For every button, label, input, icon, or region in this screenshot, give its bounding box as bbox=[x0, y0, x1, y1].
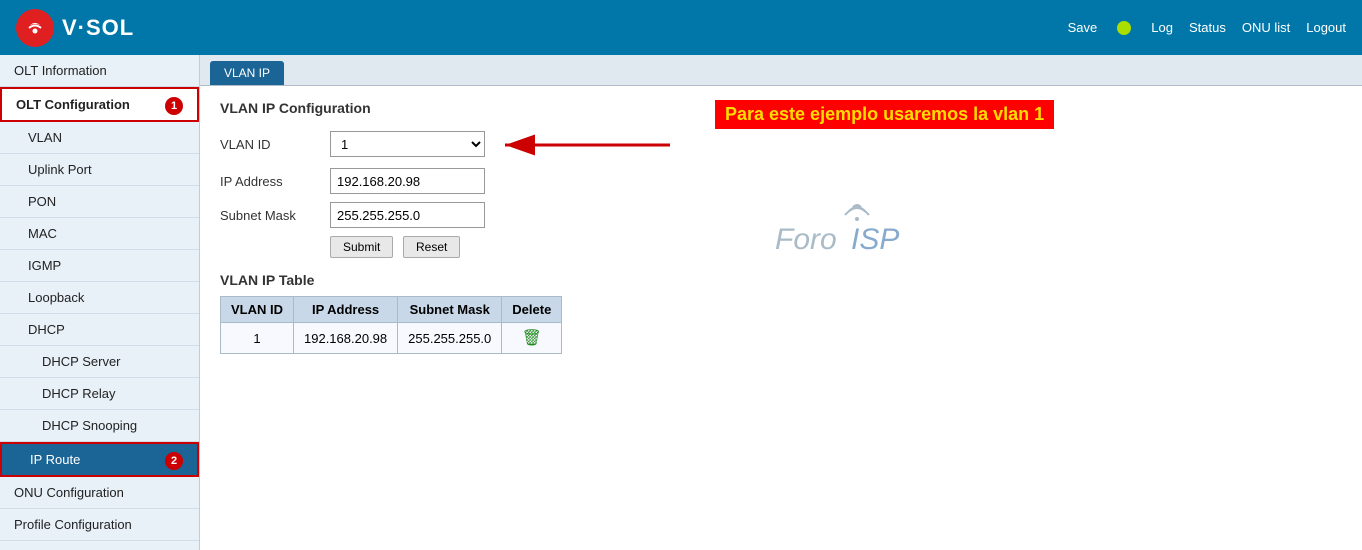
foroisp-logo: Foro ISP bbox=[775, 199, 935, 259]
col-ip-address: IP Address bbox=[294, 297, 398, 323]
col-delete: Delete bbox=[502, 297, 562, 323]
delete-button[interactable]: 🗑 bbox=[522, 328, 542, 348]
sidebar-item-uplink-port[interactable]: Uplink Port bbox=[0, 154, 199, 186]
sidebar-item-system-configuration[interactable]: System Configuration bbox=[0, 541, 199, 550]
sidebar-item-olt-information[interactable]: OLT Information bbox=[0, 55, 199, 87]
header-links: Log Status ONU list Logout bbox=[1151, 20, 1346, 35]
ip-address-row: IP Address bbox=[220, 168, 675, 194]
vlan-ip-table-section: VLAN IP Table VLAN ID IP Address Subnet … bbox=[220, 272, 675, 354]
header-right: Save Log Status ONU list Logout bbox=[1068, 20, 1346, 35]
table-title: VLAN IP Table bbox=[220, 272, 675, 288]
sidebar-item-profile-configuration[interactable]: Profile Configuration bbox=[0, 509, 199, 541]
reset-button[interactable]: Reset bbox=[403, 236, 460, 258]
logo-icon bbox=[16, 9, 54, 47]
status-link[interactable]: Status bbox=[1189, 20, 1226, 35]
sidebar-item-ip-route[interactable]: IP Route 2 bbox=[0, 442, 199, 477]
cell-delete: 🗑 bbox=[502, 323, 562, 354]
subnet-mask-row: Subnet Mask bbox=[220, 202, 675, 228]
annotation-text: Para este ejemplo usaremos la vlan 1 bbox=[715, 100, 1054, 129]
header: V·SOL Save Log Status ONU list Logout bbox=[0, 0, 1362, 55]
logo-text: V·SOL bbox=[62, 15, 134, 41]
tab-bar: VLAN IP bbox=[200, 55, 1362, 86]
svg-text:ISP: ISP bbox=[851, 223, 899, 256]
onu-list-link[interactable]: ONU list bbox=[1242, 20, 1290, 35]
col-vlan-id: VLAN ID bbox=[221, 297, 294, 323]
ip-address-label: IP Address bbox=[220, 174, 330, 189]
red-arrow-icon bbox=[495, 130, 675, 160]
tab-vlan-ip[interactable]: VLAN IP bbox=[210, 61, 284, 85]
sidebar-item-pon[interactable]: PON bbox=[0, 186, 199, 218]
vlan-id-select[interactable]: 1 bbox=[330, 131, 485, 157]
content-area: VLAN IP VLAN IP Configuration VLAN ID 1 bbox=[200, 55, 1362, 550]
main-layout: OLT Information OLT Configuration 1 VLAN… bbox=[0, 55, 1362, 550]
cell-subnet-mask: 255.255.255.0 bbox=[398, 323, 502, 354]
save-label[interactable]: Save bbox=[1068, 20, 1098, 35]
sidebar-item-olt-configuration[interactable]: OLT Configuration 1 bbox=[0, 87, 199, 122]
ip-address-input[interactable] bbox=[330, 168, 485, 194]
vlan-id-label: VLAN ID bbox=[220, 137, 330, 152]
subnet-mask-label: Subnet Mask bbox=[220, 208, 330, 223]
logout-link[interactable]: Logout bbox=[1306, 20, 1346, 35]
sidebar-item-dhcp-relay[interactable]: DHCP Relay bbox=[0, 378, 199, 410]
logo-area: V·SOL bbox=[16, 9, 134, 47]
log-link[interactable]: Log bbox=[1151, 20, 1173, 35]
watermark-area: Foro ISP bbox=[775, 199, 935, 262]
badge-2: 2 bbox=[165, 452, 183, 470]
content-body: VLAN IP Configuration VLAN ID 1 bbox=[200, 86, 1362, 368]
section-title: VLAN IP Configuration bbox=[220, 100, 675, 116]
sidebar-item-loopback[interactable]: Loopback bbox=[0, 282, 199, 314]
badge-1: 1 bbox=[165, 97, 183, 115]
sidebar: OLT Information OLT Configuration 1 VLAN… bbox=[0, 55, 200, 550]
sidebar-item-igmp[interactable]: IGMP bbox=[0, 250, 199, 282]
sidebar-item-vlan[interactable]: VLAN bbox=[0, 122, 199, 154]
sidebar-item-dhcp-snooping[interactable]: DHCP Snooping bbox=[0, 410, 199, 442]
subnet-mask-input[interactable] bbox=[330, 202, 485, 228]
table-row: 1 192.168.20.98 255.255.255.0 🗑 bbox=[221, 323, 562, 354]
submit-button[interactable]: Submit bbox=[330, 236, 393, 258]
svg-text:Foro: Foro bbox=[775, 223, 837, 256]
cell-ip-address: 192.168.20.98 bbox=[294, 323, 398, 354]
status-indicator bbox=[1117, 21, 1131, 35]
sidebar-item-onu-configuration[interactable]: ONU Configuration bbox=[0, 477, 199, 509]
col-subnet-mask: Subnet Mask bbox=[398, 297, 502, 323]
sidebar-item-dhcp-server[interactable]: DHCP Server bbox=[0, 346, 199, 378]
right-area: Para este ejemplo usaremos la vlan 1 For… bbox=[675, 100, 1342, 262]
sidebar-item-mac[interactable]: MAC bbox=[0, 218, 199, 250]
left-form-area: VLAN IP Configuration VLAN ID 1 bbox=[220, 100, 675, 354]
vlan-ip-table: VLAN ID IP Address Subnet Mask Delete 1 … bbox=[220, 296, 562, 354]
cell-vlan-id: 1 bbox=[221, 323, 294, 354]
form-buttons: Submit Reset bbox=[330, 236, 675, 258]
sidebar-item-dhcp[interactable]: DHCP bbox=[0, 314, 199, 346]
